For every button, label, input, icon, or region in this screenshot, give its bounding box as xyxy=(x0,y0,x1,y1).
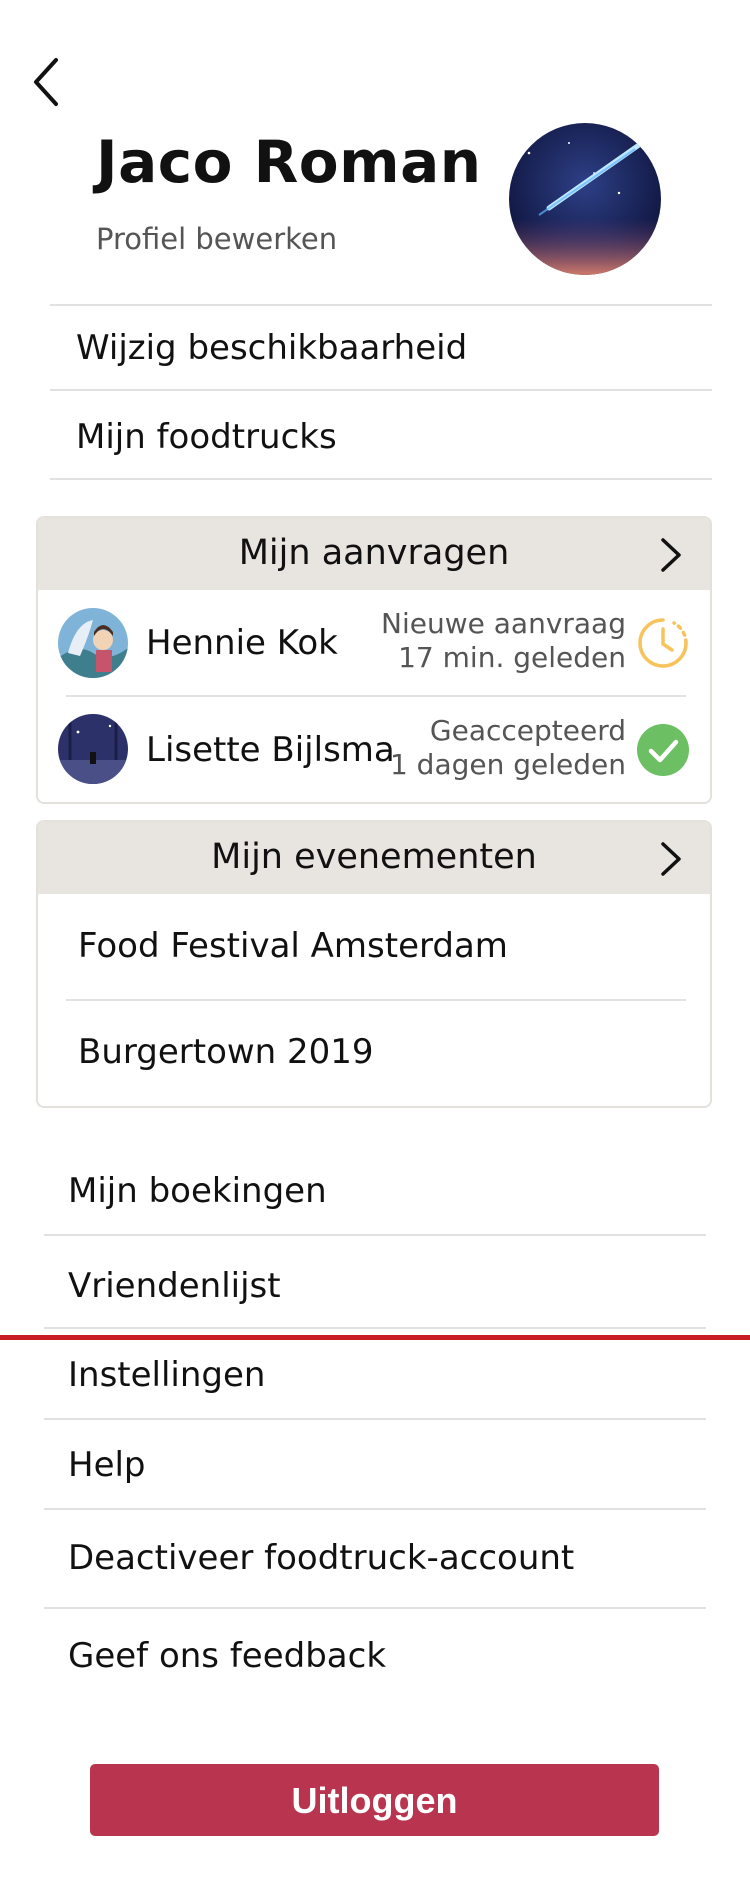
red-divider xyxy=(0,1335,750,1340)
request-name: Hennie Kok xyxy=(146,623,338,663)
divider xyxy=(50,304,712,306)
avatar xyxy=(58,714,128,784)
status-time: 17 min. geleden xyxy=(398,641,626,674)
status-label: Geaccepteerd xyxy=(429,714,626,747)
check-circle-icon xyxy=(637,724,689,776)
events-header[interactable]: Mijn evenementen xyxy=(38,822,710,894)
logout-button[interactable]: Uitloggen xyxy=(90,1764,659,1836)
menu-item-feedback[interactable]: Geef ons feedback xyxy=(68,1636,386,1676)
back-button[interactable] xyxy=(28,52,68,112)
chevron-right-icon xyxy=(661,842,681,876)
event-item[interactable]: Burgertown 2019 xyxy=(78,1032,374,1072)
divider xyxy=(50,478,712,480)
request-name: Lisette Bijlsma xyxy=(146,730,395,770)
divider xyxy=(44,1327,706,1329)
request-status: Nieuwe aanvraag 17 min. geleden xyxy=(381,607,626,675)
status-label: Nieuwe aanvraag xyxy=(381,607,626,640)
divider xyxy=(66,999,686,1001)
menu-item-settings[interactable]: Instellingen xyxy=(68,1355,265,1395)
menu-item-foodtrucks[interactable]: Mijn foodtrucks xyxy=(76,417,337,457)
menu-item-friends[interactable]: Vriendenlijst xyxy=(68,1266,281,1306)
profile-photo-icon xyxy=(509,123,661,275)
chevron-left-icon xyxy=(34,58,58,106)
avatar xyxy=(58,608,128,678)
divider xyxy=(44,1508,706,1510)
edit-profile-link[interactable]: Profiel bewerken xyxy=(96,222,337,256)
status-time: 1 dagen geleden xyxy=(389,748,626,781)
menu-item-help[interactable]: Help xyxy=(68,1445,146,1485)
divider xyxy=(50,389,712,391)
divider xyxy=(44,1418,706,1420)
events-title: Mijn evenementen xyxy=(211,837,537,877)
menu-item-availability[interactable]: Wijzig beschikbaarheid xyxy=(76,328,467,368)
divider xyxy=(44,1607,706,1609)
chevron-right-icon xyxy=(661,538,681,572)
requests-header[interactable]: Mijn aanvragen xyxy=(38,518,710,590)
profile-avatar[interactable] xyxy=(509,123,661,275)
requests-card: Mijn aanvragen Hennie Kok Nieuwe aanvraa… xyxy=(36,516,712,804)
menu-item-deactivate[interactable]: Deactiveer foodtruck-account xyxy=(68,1538,574,1578)
requests-title: Mijn aanvragen xyxy=(238,533,510,573)
events-card: Mijn evenementen Food Festival Amsterdam… xyxy=(36,820,712,1108)
event-item[interactable]: Food Festival Amsterdam xyxy=(78,926,508,966)
profile-name: Jaco Roman xyxy=(96,128,482,196)
divider xyxy=(66,695,686,697)
request-status: Geaccepteerd 1 dagen geleden xyxy=(390,714,626,782)
clock-pending-icon xyxy=(638,618,688,668)
menu-item-bookings[interactable]: Mijn boekingen xyxy=(68,1171,327,1211)
divider xyxy=(44,1234,706,1236)
